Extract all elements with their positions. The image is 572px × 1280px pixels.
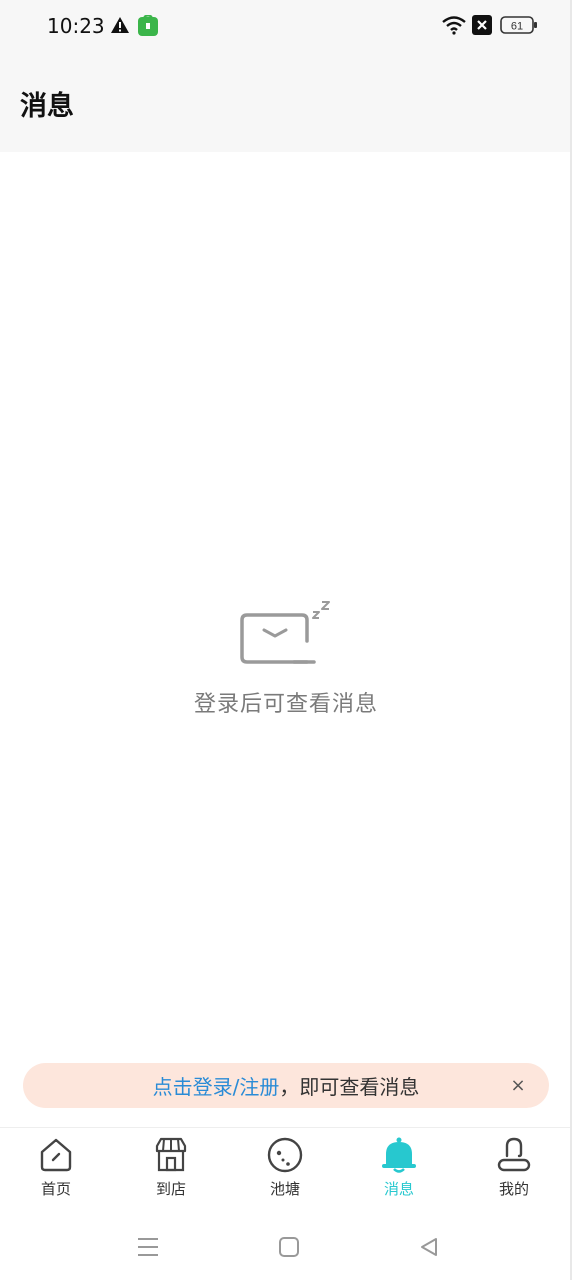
sleeping-mail-icon: [240, 601, 330, 664]
tab-store-label: 到店: [155, 1180, 186, 1198]
login-banner-text: ，即可查看消息: [279, 1075, 420, 1099]
warning-icon: [110, 16, 130, 34]
profile-icon: [497, 1137, 531, 1172]
sim-blocked-icon: [472, 15, 492, 35]
app-notification-icon: [138, 15, 158, 36]
home-square-icon[interactable]: [269, 1232, 309, 1262]
wifi-icon: [441, 14, 467, 36]
empty-state: 登录后可查看消息: [0, 596, 572, 718]
tab-bar: 首页 到店 池塘 消息 我的: [0, 1127, 572, 1212]
page-title: 消息: [20, 91, 74, 122]
tab-store[interactable]: 到店: [131, 1136, 211, 1206]
battery-level: 61: [511, 21, 523, 33]
close-icon[interactable]: ×: [505, 1071, 531, 1099]
tab-profile[interactable]: 我的: [474, 1136, 554, 1206]
store-icon: [155, 1137, 187, 1172]
tab-pond-label: 池塘: [269, 1180, 300, 1198]
tab-messages-label: 消息: [383, 1180, 414, 1198]
menu-icon[interactable]: [128, 1232, 168, 1262]
login-banner[interactable]: 点击登录/注册 ，即可查看消息 ×: [23, 1063, 549, 1108]
pond-icon: [267, 1137, 303, 1173]
back-triangle-icon[interactable]: [409, 1232, 449, 1262]
tab-messages[interactable]: 消息: [359, 1136, 439, 1206]
bell-icon: [382, 1137, 416, 1173]
tab-home-label: 首页: [40, 1180, 71, 1198]
battery-icon: 61: [500, 16, 538, 34]
login-register-link[interactable]: 点击登录/注册: [153, 1071, 280, 1100]
tab-profile-label: 我的: [498, 1180, 529, 1198]
tab-home[interactable]: 首页: [16, 1136, 96, 1206]
tab-pond[interactable]: 池塘: [245, 1136, 325, 1206]
status-time: 10:23: [47, 14, 105, 38]
system-nav-bar: [0, 1212, 572, 1280]
status-bar: 10:23 61: [0, 0, 572, 52]
empty-state-message: 登录后可查看消息: [193, 692, 378, 717]
home-icon: [40, 1138, 72, 1172]
app-header: 消息: [0, 52, 572, 152]
